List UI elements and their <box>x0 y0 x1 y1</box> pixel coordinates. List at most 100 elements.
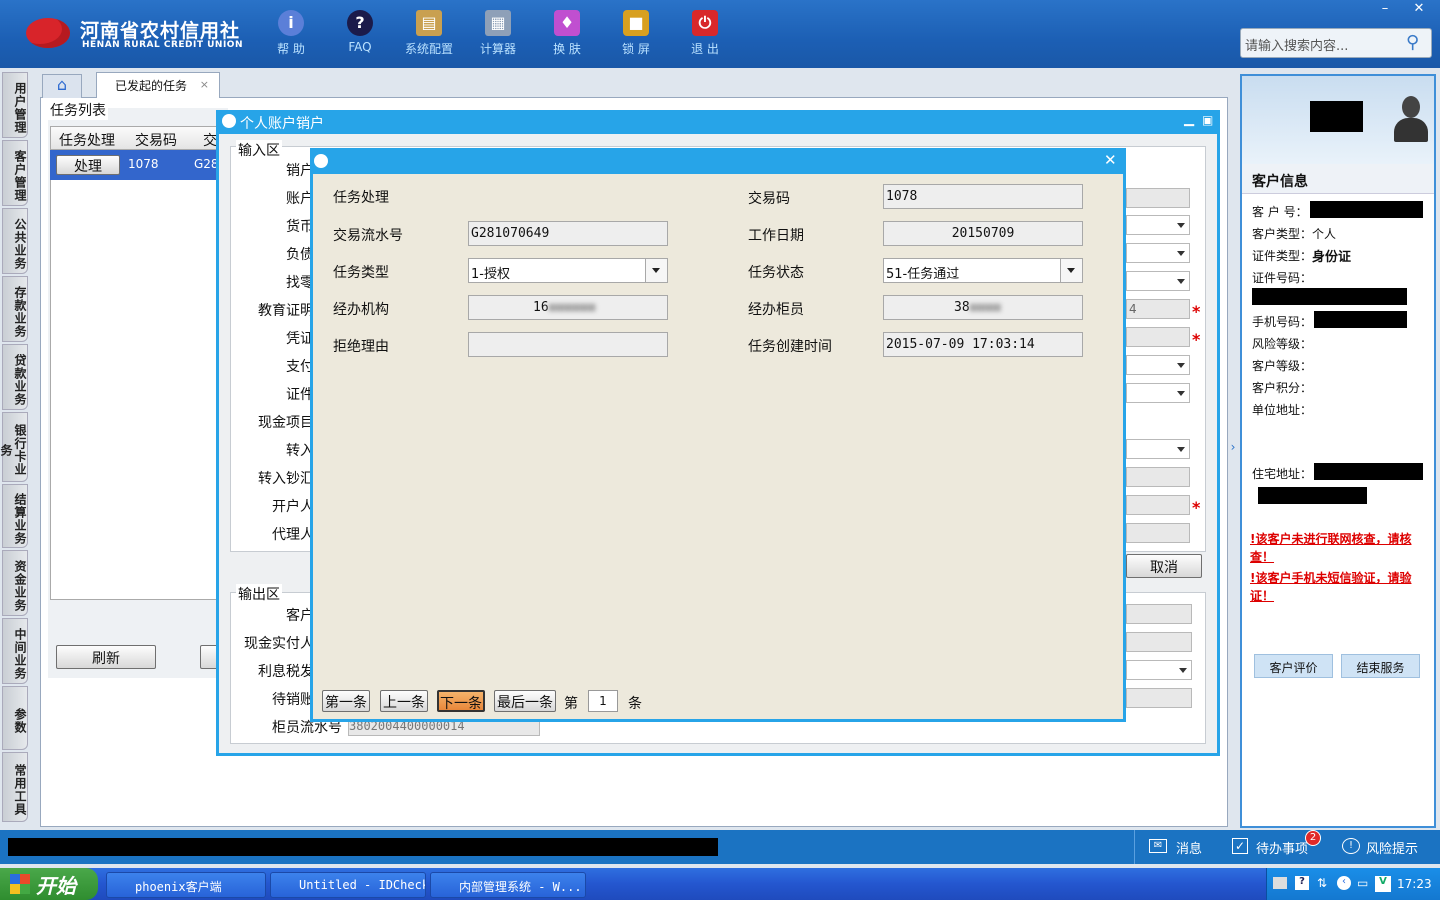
field-label: 开户人 <box>272 499 314 515</box>
system-tray: ? ⇅ ‹ ▭ V 17:23 <box>1266 868 1440 900</box>
last-record-button[interactable]: 最后一条 <box>494 690 556 712</box>
tx-code-field[interactable]: 1078 <box>883 184 1083 209</box>
taskbar-item-internal-system[interactable]: 内部管理系统 - W... <box>430 872 586 898</box>
minimize-button[interactable]: – <box>1368 0 1402 18</box>
sidetab-public-business[interactable]: 公共业务 <box>2 208 28 274</box>
sidetab-tools[interactable]: 常用工具 <box>2 752 28 822</box>
voucher-field[interactable] <box>1126 327 1190 347</box>
network-icon[interactable]: ⇅ <box>1317 876 1327 890</box>
task-status-select[interactable]: 51-任务通过 <box>883 258 1083 283</box>
tab-home[interactable]: ⌂ <box>42 74 82 98</box>
account-holder-field[interactable] <box>1126 495 1190 515</box>
table-row[interactable]: 处理 1078 G28 <box>50 150 219 180</box>
customer-photo-area <box>1242 76 1434 164</box>
prev-record-button[interactable]: 上一条 <box>380 690 428 712</box>
chevron-down-icon[interactable] <box>1060 259 1082 282</box>
cancel-button[interactable]: 取消 <box>1126 554 1202 578</box>
interest-tax-select[interactable] <box>1126 660 1192 680</box>
monitor-icon[interactable]: ▭ <box>1357 876 1368 890</box>
field-label: 现金项目 <box>258 415 314 431</box>
maximize-icon[interactable]: ▣ <box>1202 113 1213 127</box>
task-list-title: 任务列表 <box>48 100 108 120</box>
task-status-value: 51-任务通过 <box>886 267 960 282</box>
end-service-button[interactable]: 结束服务 <box>1341 654 1420 678</box>
warning-sms-verify-link[interactable]: !该客户手机未短信验证，请验证！ <box>1250 569 1430 605</box>
tab-initiated-tasks[interactable]: 已发起的任务 × <box>96 72 220 98</box>
redacted-status-text <box>8 838 718 856</box>
todo-button[interactable]: 待办事项 <box>1256 838 1308 857</box>
taskbar-item-idcheck[interactable]: Untitled - IDCheck <box>270 872 426 898</box>
exit-button[interactable]: ⏻ 退 出 <box>676 8 734 62</box>
page-input[interactable]: 1 <box>588 690 618 712</box>
brand-logo: 河南省农村信用社 HENAN RURAL CREDIT UNION <box>22 12 243 56</box>
help-button[interactable]: i帮 助 <box>262 8 320 62</box>
tab-close-icon[interactable]: × <box>200 78 209 91</box>
payment-select[interactable] <box>1126 355 1190 375</box>
next-record-button[interactable]: 下一条 <box>437 690 485 712</box>
collapse-handle-icon[interactable]: › <box>1228 428 1238 468</box>
certificate-select[interactable] <box>1126 383 1190 403</box>
currency-select[interactable] <box>1126 215 1190 235</box>
sidetab-funds[interactable]: 资金业务 <box>2 550 28 616</box>
liability-select[interactable] <box>1126 243 1190 263</box>
sidetab-loan[interactable]: 贷款业务 <box>2 344 28 410</box>
customer-evaluation-button[interactable]: 客户评价 <box>1254 654 1333 678</box>
search-input[interactable]: 请输入搜索内容... <box>1240 28 1432 58</box>
serial-field[interactable]: G281070649 <box>468 221 668 246</box>
page-suffix: 条 <box>628 696 642 712</box>
transfer-select[interactable] <box>1126 439 1190 459</box>
keyboard-icon[interactable] <box>1273 877 1287 889</box>
created-field[interactable]: 2015-07-09 17:03:14 <box>883 332 1083 357</box>
org-value: 16 <box>533 300 549 315</box>
cert-type-value: 身份证 <box>1312 250 1352 265</box>
start-button[interactable]: 开始 <box>0 868 98 900</box>
teller-field[interactable]: 38■■■■ <box>883 295 1083 320</box>
customer-info-title: 客户信息 <box>1242 164 1434 194</box>
sidetab-customer-mgmt[interactable]: 客户管理 <box>2 140 28 206</box>
account-field[interactable] <box>1126 188 1190 208</box>
antivirus-icon[interactable]: V <box>1375 876 1391 892</box>
task-list-body <box>50 180 218 600</box>
close-window-button[interactable]: ✕ <box>1402 0 1436 18</box>
reject-field[interactable] <box>468 332 668 357</box>
transfer-fx-field[interactable] <box>1126 467 1190 487</box>
refresh-button[interactable]: 刷新 <box>56 645 156 669</box>
process-button[interactable]: 处理 <box>56 155 120 175</box>
field-label: 现金实付人 <box>244 636 314 652</box>
task-type-value: 1-授权 <box>471 267 510 282</box>
chevron-down-icon[interactable] <box>645 259 667 282</box>
calculator-button[interactable]: ▦ 计算器 <box>469 8 527 62</box>
sidetab-settlement[interactable]: 结算业务 <box>2 484 28 548</box>
task-type-select[interactable]: 1-授权 <box>468 258 668 283</box>
org-field[interactable]: 16■■■■■■ <box>468 295 668 320</box>
sidetab-deposit[interactable]: 存款业务 <box>2 276 28 342</box>
work-date-field[interactable]: 20150709 <box>883 221 1083 246</box>
system-config-button[interactable]: ▤ 系统配置 <box>400 8 458 62</box>
messages-button[interactable]: 消息 <box>1176 838 1202 857</box>
change-select[interactable] <box>1126 271 1190 291</box>
education-proof-field[interactable]: 4 <box>1126 299 1190 319</box>
sidetab-parameters[interactable]: 参数 <box>2 686 28 750</box>
sidetab-bank-card[interactable]: 银行卡业务 <box>0 412 28 482</box>
close-icon[interactable]: ✕ <box>1104 151 1117 169</box>
lock-screen-button[interactable]: ■ 锁 屏 <box>607 8 665 62</box>
message-icon[interactable]: ✉ <box>1149 839 1167 853</box>
field-label: 教育证明 <box>258 303 314 319</box>
todo-count-badge: 2 <box>1305 830 1321 846</box>
search-icon[interactable]: ⚲ <box>1406 32 1428 54</box>
help-tray-icon[interactable]: ? <box>1295 876 1309 890</box>
risk-bubble-icon[interactable]: ! <box>1342 838 1360 854</box>
sidetab-intermediary[interactable]: 中间业务 <box>2 618 28 684</box>
skin-button[interactable]: ♦ 换 肤 <box>538 8 596 62</box>
checkbox-icon[interactable]: ✓ <box>1232 838 1248 854</box>
windows-logo-icon <box>10 874 30 894</box>
agent-field[interactable] <box>1126 523 1190 543</box>
sidetab-user-mgmt[interactable]: 用户管理 <box>2 72 28 138</box>
minimize-icon[interactable]: ▁ <box>1184 112 1194 127</box>
risk-alert-button[interactable]: 风险提示 <box>1366 838 1418 857</box>
expand-tray-icon[interactable]: ‹ <box>1337 876 1351 890</box>
warning-network-check-link[interactable]: !该客户未进行联网核查，请核查！ <box>1250 530 1430 566</box>
faq-button[interactable]: ? FAQ <box>331 8 389 62</box>
first-record-button[interactable]: 第一条 <box>322 690 370 712</box>
taskbar-item-phoenix[interactable]: phoenix客户端 <box>106 872 266 898</box>
